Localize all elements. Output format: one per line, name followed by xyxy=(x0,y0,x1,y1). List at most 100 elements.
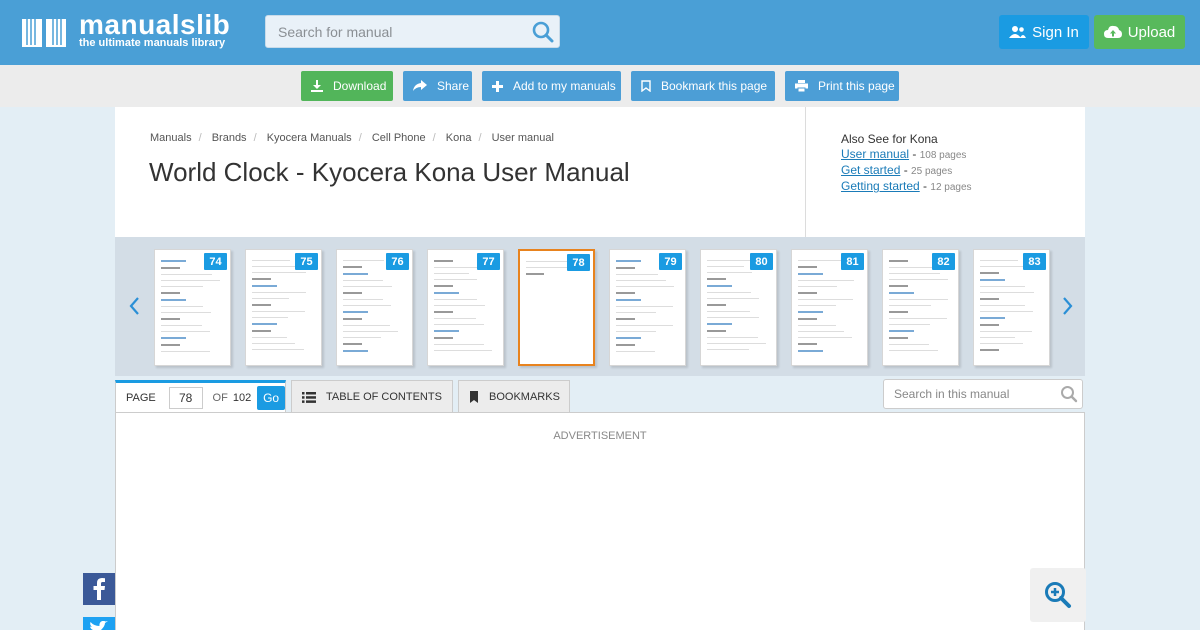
thumbnail-page-number: 77 xyxy=(477,253,500,270)
page-thumbnail[interactable]: 74 xyxy=(154,249,231,366)
download-icon xyxy=(311,80,323,92)
also-see-panel: Also See for Kona User manual - 108 page… xyxy=(841,132,972,195)
page-count: 12 pages xyxy=(930,182,972,193)
add-to-my-manuals-button[interactable]: Add to my manuals xyxy=(482,71,621,101)
also-see-link-getting-started[interactable]: Getting started xyxy=(841,179,920,193)
site-header: manualslib the ultimate manuals library … xyxy=(0,0,1200,65)
sign-in-button[interactable]: Sign In xyxy=(999,15,1089,49)
thumbnail-preview xyxy=(161,260,224,357)
page-thumbnail[interactable]: 80 xyxy=(700,249,777,366)
go-button[interactable]: Go xyxy=(257,386,285,410)
breadcrumb-kyocera-manuals[interactable]: Kyocera Manuals xyxy=(267,132,352,144)
bookmark-page-button[interactable]: Bookmark this page xyxy=(631,71,775,101)
search-icon[interactable] xyxy=(1060,385,1078,403)
manual-search-input[interactable] xyxy=(266,16,521,47)
cloud-upload-icon xyxy=(1103,25,1122,38)
toc-label: TABLE OF CONTENTS xyxy=(326,391,442,403)
thumbnail-preview xyxy=(434,260,497,356)
page-thumbnail[interactable]: 81 xyxy=(791,249,868,366)
thumbnail-preview xyxy=(252,260,315,355)
chevron-right-icon[interactable] xyxy=(1061,295,1075,317)
page-number-input[interactable]: 78 xyxy=(168,387,203,409)
tab-bookmarks[interactable]: BOOKMARKS xyxy=(458,380,570,413)
bookmark-icon xyxy=(470,391,478,403)
breadcrumb-user-manual[interactable]: User manual xyxy=(492,132,554,144)
page-tab: PAGE 78 OF 102 Go xyxy=(115,380,286,413)
tab-table-of-contents[interactable]: TABLE OF CONTENTS xyxy=(291,380,453,413)
manual-page-content: ADVERTISEMENT xyxy=(115,412,1085,630)
chevron-left-icon[interactable] xyxy=(127,295,141,317)
breadcrumb-manuals[interactable]: Manuals xyxy=(150,132,192,144)
breadcrumb-cell-phone[interactable]: Cell Phone xyxy=(372,132,426,144)
thumbnail-page-number: 74 xyxy=(204,253,227,270)
plus-icon xyxy=(492,80,503,92)
page-thumbnail[interactable]: 82 xyxy=(882,249,959,366)
thumbnail-preview xyxy=(707,260,770,355)
sign-in-label: Sign In xyxy=(1032,23,1079,41)
thumbnail-page-number: 82 xyxy=(932,253,955,270)
also-see-heading: Also See for Kona xyxy=(841,132,938,146)
print-page-button[interactable]: Print this page xyxy=(785,71,899,101)
page-count: 25 pages xyxy=(911,166,953,177)
thumbnail-preview xyxy=(616,260,679,357)
page-thumbnail[interactable]: 76 xyxy=(336,249,413,366)
page-navigation-bar: PAGE 78 OF 102 Go TABLE OF CONTENTS BOOK… xyxy=(115,376,1085,413)
users-icon xyxy=(1009,26,1027,38)
thumbnail-page-number: 81 xyxy=(841,253,864,270)
zoom-in-button[interactable] xyxy=(1030,568,1086,622)
printer-icon xyxy=(795,80,808,92)
page-thumbnail[interactable]: 75 xyxy=(245,249,322,366)
bookmark-label: Bookmark this page xyxy=(661,79,768,93)
of-label: OF xyxy=(212,392,228,404)
breadcrumb: Manuals / Brands / Kyocera Manuals / Cell P… xyxy=(150,132,554,144)
thumbnail-page-number: 83 xyxy=(1023,253,1046,270)
thumbnail-preview xyxy=(980,260,1043,356)
share-button[interactable]: Share xyxy=(403,71,472,101)
search-in-manual-input[interactable] xyxy=(884,380,1054,408)
title-card: Manuals / Brands / Kyocera Manuals / Cell P… xyxy=(115,107,1085,237)
thumbnail-preview xyxy=(798,260,861,357)
thumbnail-preview xyxy=(343,260,406,357)
action-toolbar: Download Share Add to my manuals Bookmar… xyxy=(0,65,1200,107)
total-pages: 102 xyxy=(232,392,252,404)
thumbnail-page-number: 76 xyxy=(386,253,409,270)
twitter-share-button[interactable] xyxy=(83,617,115,630)
also-see-link-get-started[interactable]: Get started xyxy=(841,163,900,177)
twitter-icon xyxy=(90,621,108,630)
page-count: 108 pages xyxy=(919,150,967,161)
thumbnail-page-number: 80 xyxy=(750,253,773,270)
thumbnail-page-number: 79 xyxy=(659,253,682,270)
download-label: Download xyxy=(333,79,387,93)
also-see-item: Getting started - 12 pages xyxy=(841,179,972,193)
advertisement-label: ADVERTISEMENT xyxy=(553,430,647,442)
book-icon xyxy=(22,17,66,47)
print-label: Print this page xyxy=(818,79,895,93)
bookmarks-label: BOOKMARKS xyxy=(489,391,560,403)
also-see-item: Get started - 25 pages xyxy=(841,163,953,177)
breadcrumb-kona[interactable]: Kona xyxy=(446,132,472,144)
also-see-item: User manual - 108 pages xyxy=(841,147,967,161)
manualslib-logo[interactable]: manualslib the ultimate manuals library xyxy=(20,11,230,53)
page-thumbnail[interactable]: 77 xyxy=(427,249,504,366)
facebook-share-button[interactable] xyxy=(83,573,115,605)
page-label: PAGE xyxy=(126,392,156,404)
also-see-link-user-manual[interactable]: User manual xyxy=(841,147,909,161)
page-thumbnail[interactable]: 78 xyxy=(518,249,595,366)
upload-label: Upload xyxy=(1127,23,1176,41)
bookmark-outline-icon xyxy=(641,80,651,92)
page-thumbnail[interactable]: 79 xyxy=(609,249,686,366)
share-icon xyxy=(413,80,427,91)
upload-button[interactable]: Upload xyxy=(1094,15,1185,49)
list-icon xyxy=(302,391,316,403)
page-thumbnail[interactable]: 83 xyxy=(973,249,1050,366)
search-in-manual xyxy=(883,379,1083,409)
breadcrumb-brands[interactable]: Brands xyxy=(212,132,247,144)
search-icon[interactable] xyxy=(532,21,554,43)
facebook-icon xyxy=(93,578,105,600)
share-label: Share xyxy=(437,79,470,93)
page-thumbnail-strip: 74 75 76 77 78 79 80 81 82 83 xyxy=(115,237,1085,376)
thumbnail-preview xyxy=(889,260,952,356)
site-search xyxy=(265,15,560,48)
download-button[interactable]: Download xyxy=(301,71,393,101)
logo-tagline: the ultimate manuals library xyxy=(79,37,226,49)
